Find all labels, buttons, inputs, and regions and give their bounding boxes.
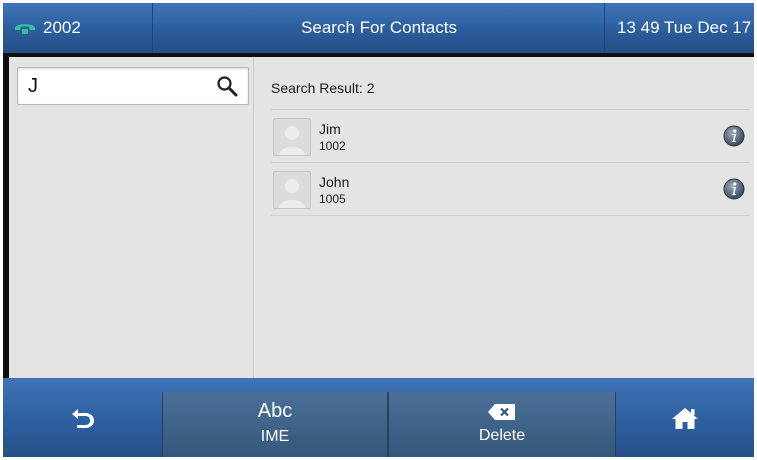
- status-bar: 2002 Search For Contacts 13 49 Tue Dec 1…: [3, 3, 754, 53]
- back-arrow-icon: [71, 408, 94, 428]
- delete-label: Delete: [478, 426, 526, 444]
- contact-row[interactable]: Jim 1002: [271, 110, 749, 163]
- info-icon[interactable]: [723, 125, 745, 147]
- content-area: J Search Result: 2 Jim 1002 John 1005: [9, 57, 754, 378]
- results-pane: Search Result: 2 Jim 1002 John 1005: [255, 57, 754, 378]
- ime-label: IME: [260, 427, 290, 445]
- phone-screen: 2002 Search For Contacts 13 49 Tue Dec 1…: [3, 3, 754, 457]
- back-button[interactable]: [3, 378, 162, 457]
- ime-mode: Abc: [257, 399, 293, 422]
- avatar: [273, 118, 311, 156]
- avatar-icon: [279, 179, 305, 208]
- search-input[interactable]: J: [17, 67, 249, 105]
- softkey-bar: Abc IME Delete: [3, 378, 754, 457]
- phone-icon: [15, 24, 35, 34]
- contact-name: Jim: [319, 121, 341, 137]
- result-count: Search Result: 2: [271, 80, 375, 96]
- search-pane: J: [9, 57, 254, 378]
- search-input-value: J: [28, 75, 38, 97]
- contact-number: 1002: [319, 139, 346, 153]
- avatar: [273, 171, 311, 209]
- contact-number: 1005: [319, 192, 346, 206]
- account-indicator[interactable]: 2002: [3, 3, 153, 53]
- info-icon[interactable]: [723, 178, 745, 200]
- contact-row[interactable]: John 1005: [271, 163, 749, 216]
- backspace-icon: [488, 403, 515, 420]
- contact-name: John: [319, 174, 350, 190]
- delete-softkey[interactable]: Delete: [388, 392, 616, 457]
- home-button[interactable]: [616, 378, 754, 457]
- search-icon[interactable]: [216, 75, 238, 97]
- page-title: Search For Contacts: [301, 18, 457, 37]
- account-label: 2002: [43, 18, 81, 37]
- avatar-icon: [279, 126, 305, 155]
- home-icon: [672, 407, 698, 429]
- clock: 13 49 Tue Dec 17: [604, 3, 754, 53]
- ime-softkey[interactable]: Abc IME: [162, 392, 388, 457]
